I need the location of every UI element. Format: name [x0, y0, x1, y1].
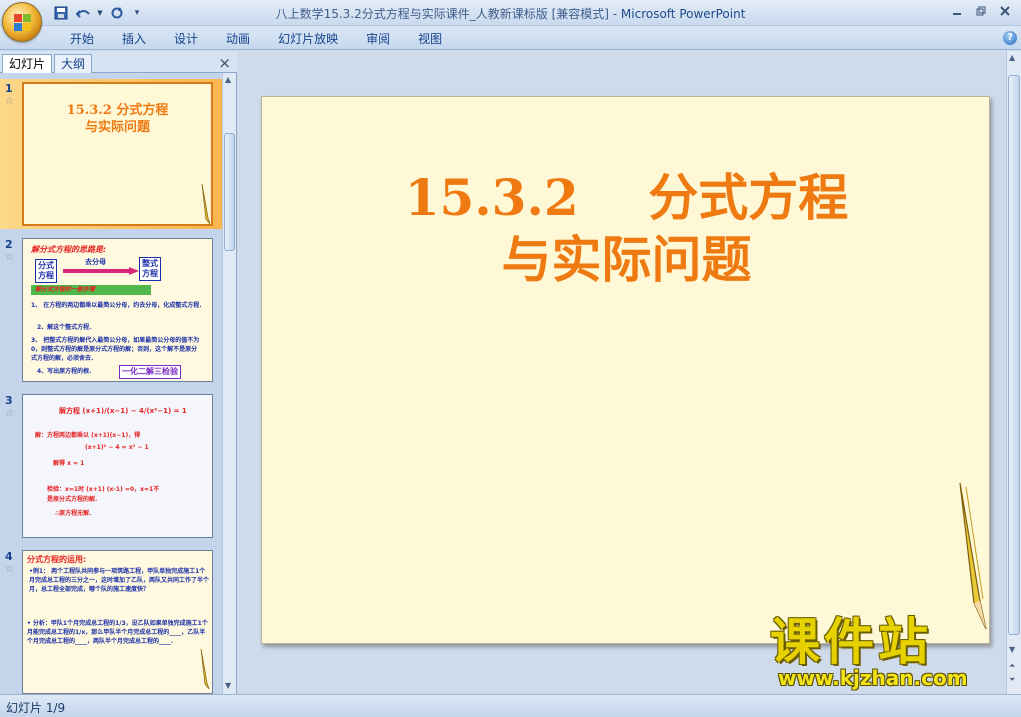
- thumb-check2: 是原分式方程的解.: [47, 496, 98, 503]
- tab-animation[interactable]: 动画: [212, 30, 264, 48]
- thumb-example: •例1： 两个工程队共同参与一项筑路工程，甲队单独完成施工1个月完成总工程的三分…: [29, 568, 210, 593]
- scroll-down-icon[interactable]: ▼: [225, 681, 231, 690]
- tab-review[interactable]: 审阅: [352, 30, 404, 48]
- slide-preview: 15.3.2 分式方程 与实际问题: [22, 82, 213, 226]
- pane-tab-bar: 幻灯片 大纲 ×: [0, 51, 237, 73]
- pencil-icon: [201, 184, 211, 224]
- current-slide[interactable]: 15.3.2 分式方程 与实际问题: [261, 96, 990, 644]
- thumb-heading: 解分式方程的思路是:: [31, 245, 107, 254]
- office-button[interactable]: [2, 2, 42, 42]
- minimize-icon[interactable]: [945, 2, 969, 20]
- scroll-thumb[interactable]: [1008, 75, 1020, 635]
- scroll-up-icon[interactable]: ▲: [1009, 53, 1015, 62]
- tab-outline[interactable]: 大纲: [54, 54, 93, 73]
- pencil-icon: [959, 482, 987, 630]
- tab-view[interactable]: 视图: [404, 30, 456, 48]
- scroll-up-icon[interactable]: ▲: [225, 75, 231, 84]
- office-logo-icon: [14, 14, 32, 32]
- slide-number: 2: [5, 238, 13, 251]
- slide-thumbnail-1[interactable]: 1 ☆ 15.3.2 分式方程 与实际问题: [0, 79, 222, 229]
- thumb-solution2: (x+1)² − 4 = x² − 1: [85, 444, 149, 451]
- slide-title-line2: 与实际问题: [501, 230, 752, 289]
- slide-preview: 解分式方程的思路是: 分式 方程 去分母 整式 方程 解分式方程的一般步骤 1、…: [22, 238, 213, 382]
- thumb-arrow-label: 去分母: [85, 258, 106, 266]
- close-pane-icon[interactable]: ×: [218, 54, 231, 72]
- title-bar: ▼ ▾ 八上数学15.3.2分式方程与实际课件_人教新课标版 [兼容模式] - …: [0, 0, 1021, 42]
- application-name: Microsoft PowerPoint: [620, 7, 746, 21]
- thumbnail-list: 1 ☆ 15.3.2 分式方程 与实际问题 2 ☆ 解分式方程的思路是: 分式 …: [0, 73, 222, 694]
- thumb-step4: 4、写出原方程的根.: [37, 368, 92, 375]
- tab-home[interactable]: 开始: [56, 30, 108, 48]
- tab-design[interactable]: 设计: [160, 30, 212, 48]
- thumb-title-line1: 15.3.2 分式方程: [66, 103, 169, 118]
- thumb-step1: 1、 在方程的两边都乘以最简公分母，约去分母，化成整式方程.: [31, 302, 202, 309]
- transition-star-icon: ☆: [5, 408, 14, 419]
- slides-pane: 幻灯片 大纲 × 1 ☆ 15.3.2 分式方程 与实际问题 2 ☆ 解分式方程…: [0, 51, 237, 694]
- transition-star-icon: ☆: [5, 96, 14, 107]
- slide-thumbnail-4[interactable]: 4 ☆ 分式方程的运用: •例1： 两个工程队共同参与一项筑路工程，甲队单独完成…: [0, 547, 222, 694]
- slide-number: 3: [5, 394, 13, 407]
- thumb-solution3: 解得 x = 1: [53, 460, 85, 467]
- thumb-steps-label: 解分式方程的一般步骤: [31, 285, 151, 295]
- slide-number: 4: [5, 550, 13, 563]
- tab-slides[interactable]: 幻灯片: [2, 54, 53, 73]
- thumb-title-line2: 与实际问题: [84, 120, 150, 135]
- thumb-box-left: 分式 方程: [35, 259, 57, 283]
- slide-preview: 解方程 (x+1)/(x−1) − 4/(x²−1) = 1 解：方程两边都乘以…: [22, 394, 213, 538]
- window-title: 八上数学15.3.2分式方程与实际课件_人教新课标版 [兼容模式] - Micr…: [0, 5, 1021, 22]
- transition-star-icon: ☆: [5, 564, 14, 575]
- thumb-heading: 分式方程的运用:: [27, 555, 87, 564]
- thumb-equation: 解方程 (x+1)/(x−1) − 4/(x²−1) = 1: [59, 407, 187, 415]
- tab-insert[interactable]: 插入: [108, 30, 160, 48]
- slide-scrollbar[interactable]: ▲ ▼ ⏶ ⏷: [1006, 51, 1021, 694]
- transition-star-icon: ☆: [5, 252, 14, 263]
- help-icon[interactable]: ?: [1003, 31, 1017, 45]
- thumb-check1: 检验：x=1时 (x+1) (x-1) =0，x=1不: [47, 486, 160, 493]
- slide-number: 1: [5, 82, 13, 95]
- ribbon-tab-bar: 开始 插入 设计 动画 幻灯片放映 审阅 视图 ?: [0, 26, 1021, 50]
- thumb-conclusion: ∴原方程无解.: [55, 510, 92, 517]
- slide-title-line1: 15.3.2 分式方程: [404, 168, 849, 227]
- window-controls: [945, 2, 1017, 20]
- watermark: 课件站 www.kjzhan.com: [770, 614, 1010, 694]
- slide-preview: 分式方程的运用: •例1： 两个工程队共同参与一项筑路工程，甲队单独完成施工1个…: [22, 550, 213, 694]
- watermark-url: www.kjzhan.com: [778, 666, 968, 690]
- thumbnail-scrollbar[interactable]: ▲ ▼: [222, 73, 236, 694]
- arrow-icon: [63, 267, 139, 275]
- restore-icon[interactable]: [969, 2, 993, 20]
- thumb-analysis: • 分析：甲队1个月完成总工程的1/3，设乙队如果单独完成施工1个月能完成总工程…: [27, 620, 208, 645]
- scroll-thumb[interactable]: [224, 133, 235, 251]
- document-title: 八上数学15.3.2分式方程与实际课件_人教新课标版 [兼容模式] -: [275, 7, 621, 21]
- close-icon[interactable]: [993, 2, 1017, 20]
- pencil-icon: [200, 649, 210, 689]
- slide-editor: 15.3.2 分式方程 与实际问题: [239, 51, 1006, 694]
- slide-counter: 幻灯片 1/9: [6, 701, 66, 715]
- thumb-step3: 3、 把整式方程的解代入最简公分母，如果最简公分母的值不为0，则整式方程的解是原…: [31, 337, 200, 362]
- thumb-box-right: 整式 方程: [139, 257, 161, 281]
- slide-thumbnail-2[interactable]: 2 ☆ 解分式方程的思路是: 分式 方程 去分母 整式 方程 解分式方程的一般步…: [0, 235, 222, 385]
- slide-thumbnail-3[interactable]: 3 ☆ 解方程 (x+1)/(x−1) − 4/(x²−1) = 1 解：方程两…: [0, 391, 222, 541]
- watermark-logo-text: 课件站: [770, 613, 932, 671]
- thumb-step2: 2、解这个整式方程.: [37, 324, 92, 331]
- thumb-motto: 一化二解三检验: [119, 365, 181, 379]
- tab-slideshow[interactable]: 幻灯片放映: [264, 30, 352, 48]
- thumb-solution1: 解：方程两边都乘以 (x+1)(x−1)，得: [35, 432, 141, 439]
- slide-title[interactable]: 15.3.2 分式方程 与实际问题: [262, 167, 991, 291]
- thumb-title: 15.3.2 分式方程 与实际问题: [24, 102, 211, 136]
- status-bar: 幻灯片 1/9: [0, 694, 1021, 717]
